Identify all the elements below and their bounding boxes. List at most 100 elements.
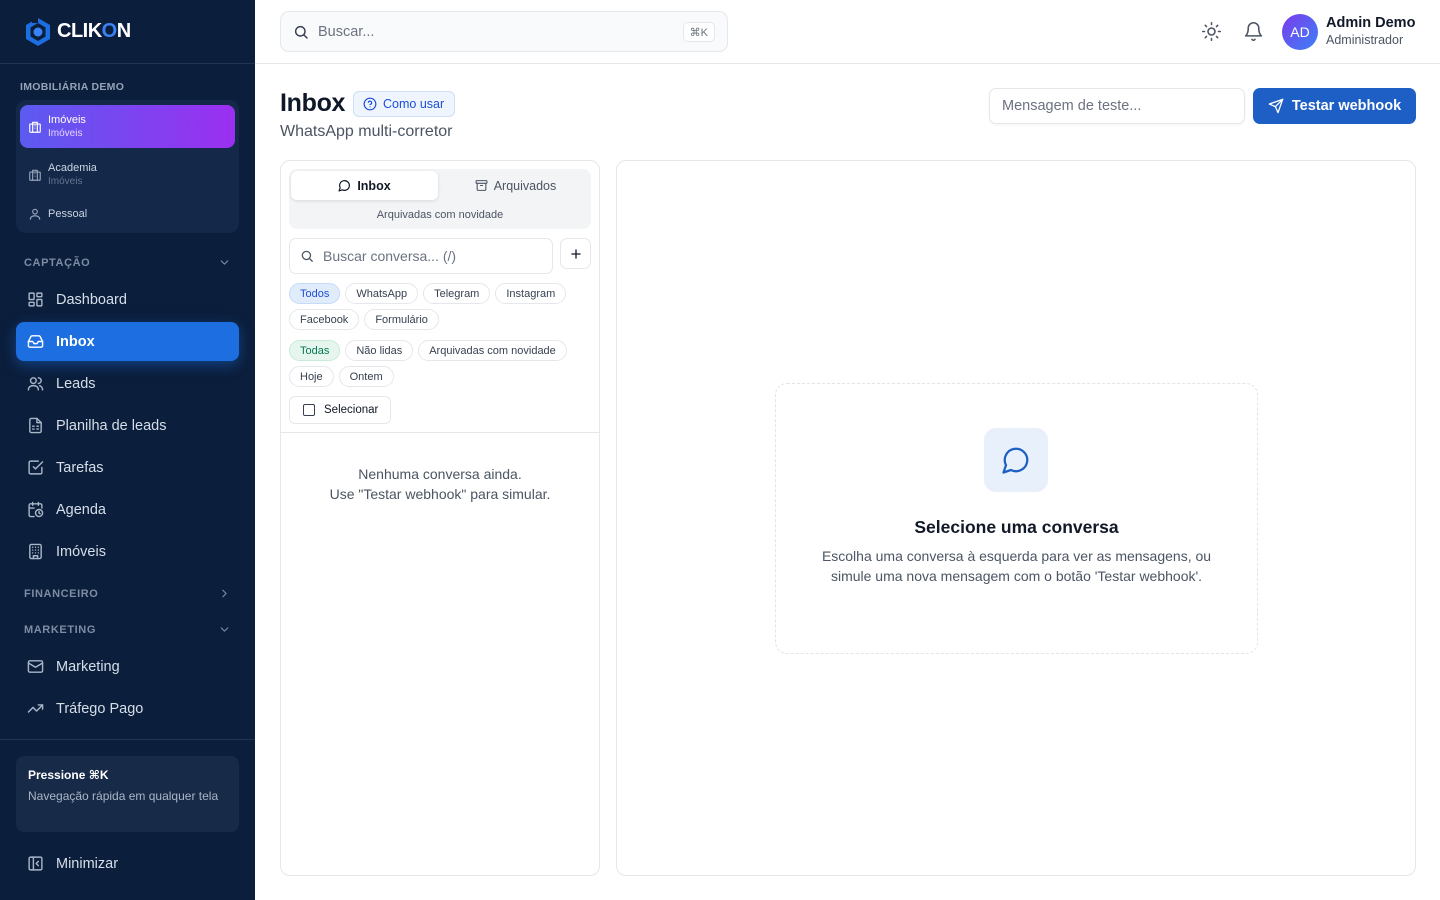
- filter-chip-todas[interactable]: Todas: [289, 340, 341, 361]
- tab-inbox[interactable]: Inbox: [291, 171, 438, 200]
- user-role: Administrador: [1326, 33, 1404, 47]
- logo[interactable]: CLIKON: [0, 0, 255, 64]
- search-shortcut-badge: ⌘K: [682, 22, 715, 42]
- message-circle-icon: [338, 180, 351, 192]
- nav-label: Tráfego Pago: [56, 700, 144, 717]
- sidebar-divider: [0, 739, 255, 740]
- nav-label: Inbox: [56, 333, 95, 350]
- nav-label: Marketing: [56, 658, 120, 675]
- tip-body: Navegação rápida em qualquer tela: [28, 789, 219, 803]
- minimize-button[interactable]: Minimizar: [16, 844, 239, 883]
- nav-label: Dashboard: [56, 291, 127, 308]
- nav-leads[interactable]: Leads: [16, 364, 239, 403]
- new-conversation-button[interactable]: [560, 238, 591, 269]
- user-name[interactable]: Admin Demo: [1326, 15, 1415, 31]
- user-icon: [29, 208, 41, 220]
- workspace-name: Pessoal: [48, 208, 88, 220]
- section-label: CAPTAÇÃO: [24, 256, 91, 269]
- logo-text: CLIKON: [57, 20, 131, 42]
- dashboard-icon: [28, 292, 43, 307]
- filter-chip-facebook[interactable]: Facebook: [289, 309, 360, 330]
- plus-icon: [570, 248, 581, 259]
- filter-chip-nao-lidas[interactable]: Não lidas: [345, 340, 414, 361]
- sidebar: CLIKON IMOBILIÁRIA DEMO Imóveis Imóveis …: [0, 0, 255, 900]
- archived-note[interactable]: Arquivadas com novidade: [289, 209, 591, 221]
- workspace-name: Academia: [48, 162, 97, 174]
- workspace-item-pessoal[interactable]: Pessoal: [20, 202, 235, 226]
- chevron-down-icon: [220, 627, 229, 632]
- workspace-item-academia[interactable]: Academia Imóveis: [20, 153, 235, 196]
- nav-tarefas[interactable]: Tarefas: [16, 448, 239, 487]
- chevron-down-icon: [220, 260, 229, 265]
- avatar[interactable]: AD: [1282, 14, 1318, 50]
- page-subtitle: WhatsApp multi-corretor: [280, 123, 453, 140]
- nav-trafego[interactable]: Tráfego Pago: [16, 689, 239, 728]
- select-conversations-button[interactable]: Selecionar: [289, 396, 392, 424]
- search-placeholder: Buscar...: [318, 23, 375, 40]
- calendar-clock-icon: [28, 501, 44, 518]
- section-financeiro[interactable]: FINANCEIRO: [24, 587, 231, 600]
- filter-chip-instagram[interactable]: Instagram: [495, 283, 567, 304]
- workspace-switcher: Imóveis Imóveis Academia Imóveis Pessoal: [16, 100, 239, 233]
- divider: [281, 432, 599, 433]
- conversation-search-input[interactable]: Buscar conversa... (/): [289, 238, 553, 274]
- building-icon: [29, 121, 41, 133]
- tip-title: Pressione ⌘K: [28, 768, 109, 782]
- empty-state-description: Escolha uma conversa à esquerda para ver…: [821, 548, 1212, 584]
- search-icon: [301, 250, 313, 262]
- channel-filters: Todos WhatsApp Telegram Instagram Facebo…: [289, 283, 593, 330]
- filter-chip-todos[interactable]: Todos: [289, 283, 341, 304]
- section-marketing[interactable]: MARKETING: [24, 623, 231, 636]
- test-webhook-button[interactable]: Testar webhook: [1253, 88, 1416, 124]
- workspace-item-imoveis[interactable]: Imóveis Imóveis: [20, 105, 235, 148]
- conversation-search-placeholder: Buscar conversa... (/): [323, 248, 457, 264]
- checkbox-icon: [28, 460, 44, 475]
- archive-icon: [475, 180, 488, 191]
- test-message-input[interactable]: Mensagem de teste...: [989, 88, 1245, 124]
- nav-label: Minimizar: [56, 855, 119, 872]
- shortcut-tip: Pressione ⌘K Navegação rápida em qualque…: [16, 756, 239, 832]
- message-circle-icon: [1002, 447, 1029, 474]
- workspace-title: IMOBILIÁRIA DEMO: [20, 81, 125, 93]
- section-captacao[interactable]: CAPTAÇÃO: [24, 256, 231, 269]
- filter-chip-arquivadas-novidade[interactable]: Arquivadas com novidade: [418, 340, 567, 361]
- nav-marketing[interactable]: Marketing: [16, 647, 239, 686]
- filter-chip-hoje[interactable]: Hoje: [289, 366, 334, 387]
- empty-state-card: Selecione uma conversa Escolha uma conve…: [775, 383, 1258, 654]
- section-label: FINANCEIRO: [24, 587, 99, 600]
- trending-up-icon: [27, 704, 44, 713]
- nav-label: Leads: [56, 375, 96, 392]
- sun-icon[interactable]: [1201, 21, 1222, 42]
- empty-list-hint: Use "Testar webhook" para simular.: [329, 486, 551, 502]
- filter-chip-ontem[interactable]: Ontem: [338, 366, 394, 387]
- nav-imoveis[interactable]: Imóveis: [16, 532, 239, 571]
- filter-chip-whatsapp[interactable]: WhatsApp: [345, 283, 419, 304]
- users-icon: [27, 377, 44, 391]
- nav-label: Tarefas: [56, 459, 104, 476]
- tab-archived[interactable]: Arquivados: [442, 171, 589, 200]
- topbar: Buscar... ⌘K AD Admin Demo Administrador: [255, 0, 1440, 64]
- bell-icon[interactable]: [1243, 21, 1264, 42]
- conversation-list-panel: Inbox Arquivados Arquivadas com novidade…: [280, 160, 600, 876]
- nav-planilha[interactable]: Planilha de leads: [16, 406, 239, 445]
- inbox-icon: [27, 335, 44, 348]
- section-label: MARKETING: [24, 623, 97, 636]
- building-icon: [29, 543, 42, 560]
- nav-label: Imóveis: [56, 543, 106, 560]
- global-search-input[interactable]: Buscar... ⌘K: [280, 11, 728, 52]
- test-message-placeholder: Mensagem de teste...: [1002, 98, 1142, 114]
- nav-dashboard[interactable]: Dashboard: [16, 280, 239, 319]
- checkbox-icon: [303, 404, 315, 416]
- filter-chip-formulario[interactable]: Formulário: [364, 309, 439, 330]
- how-to-use-label: Como usar: [383, 97, 445, 111]
- workspace-sub: Imóveis: [48, 128, 83, 139]
- nav-agenda[interactable]: Agenda: [16, 490, 239, 529]
- how-to-use-button[interactable]: Como usar: [353, 91, 456, 117]
- nav-inbox[interactable]: Inbox: [16, 322, 239, 361]
- panel-collapse-icon: [28, 856, 43, 871]
- filter-chip-telegram[interactable]: Telegram: [423, 283, 491, 304]
- empty-state-title: Selecione uma conversa: [914, 517, 1119, 537]
- chevron-right-icon: [222, 589, 227, 598]
- spreadsheet-icon: [29, 417, 42, 434]
- conversation-view-panel: Selecione uma conversa Escolha uma conve…: [616, 160, 1416, 876]
